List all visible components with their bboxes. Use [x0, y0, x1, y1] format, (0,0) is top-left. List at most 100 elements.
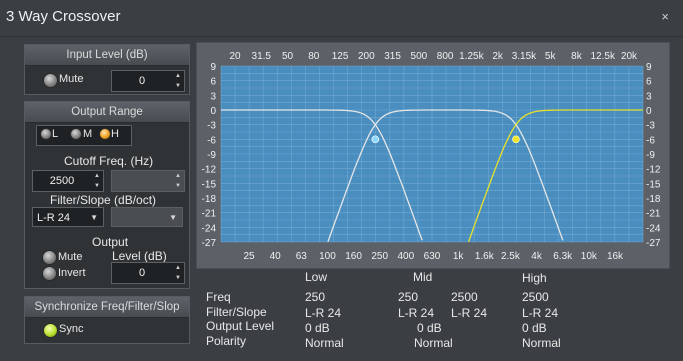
filter-slope-select[interactable]: L-R 24 ▼ [32, 207, 104, 227]
db-tick-label-left: 9 [210, 62, 216, 73]
freq-tick-label-top: 31.5 [252, 51, 272, 62]
output-range-header: Output Range [25, 102, 189, 123]
db-tick-label-left: -24 [202, 223, 217, 234]
input-level-value: 0 [138, 75, 146, 87]
freq-tick-label-bottom: 6.3k [553, 251, 573, 262]
db-tick-label-left: -12 [202, 165, 217, 176]
sync-panel: Synchronize Freq/Filter/Slop Sync [24, 296, 190, 344]
freq-tick-label-top: 20k [621, 51, 638, 62]
input-level-stepper[interactable]: 0 ▲ ▼ [111, 70, 185, 92]
db-tick-label-left: -6 [207, 135, 216, 146]
low-filter: L-R 24 [305, 306, 342, 320]
freq-tick-label-top: 2k [492, 51, 504, 62]
db-tick-label-left: -3 [207, 121, 216, 132]
freq-tick-label-bottom: 250 [371, 251, 388, 262]
db-tick-label-right: -3 [646, 121, 655, 132]
col-header-high: High [522, 271, 547, 285]
db-tick-label-right: -18 [646, 194, 661, 205]
output-mute-radio[interactable] [42, 250, 57, 265]
db-tick-label-right: 0 [646, 106, 652, 117]
db-tick-label-left: -21 [202, 209, 217, 220]
chevron-down-icon: ▼ [169, 213, 177, 222]
mid-filter-low: L-R 24 [398, 306, 435, 320]
col-header-low: Low [305, 270, 328, 284]
mid-freq-high: 2500 [451, 290, 478, 304]
freq-tick-label-top: 8k [571, 51, 583, 62]
output-level-stepper[interactable]: 0 ▲ ▼ [111, 262, 185, 284]
input-level-header: Input Level (dB) [25, 45, 189, 66]
cutoff-stepper-secondary: ▲ ▼ [111, 170, 185, 192]
cutoff-label: Cutoff Freq. (Hz) [64, 154, 154, 168]
output-mute-label: Mute [58, 251, 83, 263]
title-bar: 3 Way Crossover × [0, 0, 683, 37]
freq-tick-label-top: 80 [308, 51, 320, 62]
freq-tick-label-top: 1.25k [459, 51, 484, 62]
freq-tick-label-bottom: 4k [531, 251, 543, 262]
db-tick-label-right: -27 [646, 238, 661, 249]
db-tick-label-right: -6 [646, 135, 655, 146]
input-level-panel: Input Level (dB) Mute 0 ▲ ▼ [24, 44, 190, 95]
crossover-marker-low [371, 135, 380, 144]
col-header-mid: Mid [413, 270, 433, 284]
low-freq: 250 [305, 290, 326, 304]
high-filter: L-R 24 [522, 306, 559, 320]
freq-tick-label-bottom: 630 [424, 251, 441, 262]
output-label: Output [92, 235, 129, 249]
crossover-graph-svg: 9 96 63 30 0-3 -3-6 -6-9 -9-12 -12-15 -15-18 -18-2… [202, 51, 661, 262]
freq-tick-label-top: 315 [384, 51, 401, 62]
stepper-arrows-icon[interactable]: ▲ ▼ [91, 171, 103, 191]
low-level: 0 dB [305, 321, 330, 335]
band-label-h: H [111, 128, 119, 140]
mid-freq-low: 250 [398, 290, 419, 304]
db-tick-label-right: 9 [646, 62, 652, 73]
db-tick-label-left: 0 [210, 106, 216, 117]
filter-slope-value: L-R 24 [37, 212, 71, 224]
db-tick-label-left: -9 [207, 150, 216, 161]
freq-tick-label-bottom: 25 [243, 251, 255, 262]
output-level-value: 0 [138, 267, 146, 279]
freq-tick-label-top: 50 [282, 51, 294, 62]
filter-slope-label: Filter/Slope (dB/oct) [50, 193, 157, 207]
freq-tick-label-bottom: 1k [453, 251, 465, 262]
window-title: 3 Way Crossover [6, 8, 121, 25]
sync-radio[interactable] [43, 323, 58, 338]
crossover-marker-high [512, 135, 520, 144]
invert-label: Invert [58, 267, 86, 279]
sync-header: Synchronize Freq/Filter/Slop [25, 297, 189, 318]
db-tick-label-right: -12 [646, 165, 661, 176]
freq-tick-label-bottom: 400 [398, 251, 415, 262]
row-label-filter: Filter/Slope [206, 305, 267, 319]
freq-tick-label-bottom: 16k [607, 251, 624, 262]
close-icon[interactable]: × [661, 9, 669, 24]
invert-radio[interactable] [42, 266, 57, 281]
chevron-down-icon[interactable]: ▼ [90, 208, 98, 228]
sync-label: Sync [59, 323, 84, 335]
mid-level: 0 dB [417, 321, 442, 335]
cutoff-stepper[interactable]: 2500 ▲ ▼ [32, 170, 104, 192]
db-tick-label-left: -27 [202, 238, 217, 249]
band-radio-h[interactable] [99, 128, 111, 140]
freq-tick-label-bottom: 160 [345, 251, 362, 262]
band-radio-l[interactable] [40, 128, 52, 140]
stepper-arrows-icon[interactable]: ▲ ▼ [172, 71, 184, 91]
band-radio-m[interactable] [70, 128, 82, 140]
high-level: 0 dB [522, 321, 547, 335]
crossover-graph: 9 9 6 6 3 3 0 0 -3 -3 -6 -6 -9 -9 -12 -12 -15 -15 -18 -18 -2… [196, 42, 670, 269]
input-mute-label: Mute [59, 73, 84, 85]
freq-tick-label-bottom: 100 [319, 251, 336, 262]
db-tick-label-left: -18 [202, 194, 217, 205]
row-label-output-level: Output Level [206, 319, 275, 333]
freq-tick-label-bottom: 2.5k [501, 251, 521, 262]
low-polarity: Normal [305, 336, 344, 350]
row-label-freq: Freq [206, 290, 231, 304]
stepper-arrows-icon[interactable]: ▲ ▼ [172, 263, 184, 283]
filter-slope-select-secondary: ▼ [111, 207, 183, 227]
input-mute-radio[interactable] [43, 73, 58, 88]
freq-tick-label-bottom: 63 [296, 251, 308, 262]
db-tick-label-right: 6 [646, 77, 652, 88]
row-label-polarity: Polarity [206, 334, 247, 348]
db-tick-label-right: -21 [646, 209, 661, 220]
freq-tick-label-top: 800 [437, 51, 454, 62]
band-label-l: L [52, 128, 59, 140]
db-tick-label-right: -24 [646, 223, 661, 234]
